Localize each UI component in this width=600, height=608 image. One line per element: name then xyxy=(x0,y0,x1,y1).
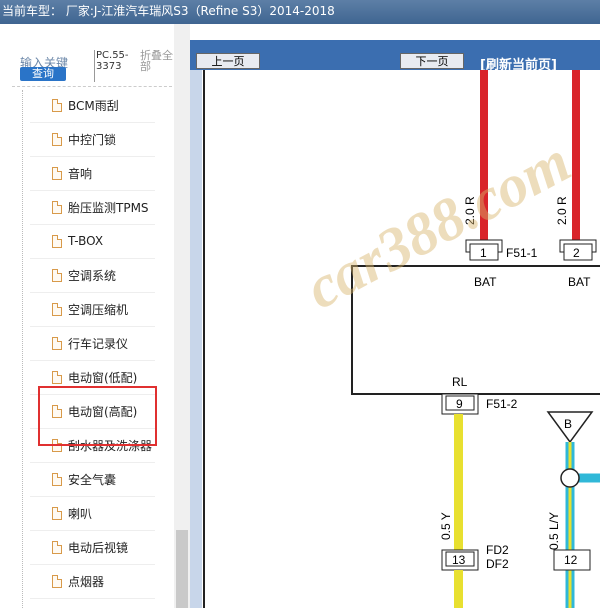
tree-item-label: 行车记录仪 xyxy=(68,336,129,351)
pin9-conn: F51-2 xyxy=(486,397,518,411)
red-wire-2 xyxy=(572,70,580,240)
divider xyxy=(30,258,155,259)
tree-item-label: BCM雨刮 xyxy=(68,98,119,113)
tree-item-label: 胎压监测TPMS xyxy=(68,200,149,215)
scrollbar-thumb[interactable] xyxy=(176,530,188,608)
tree-item-label: 音响 xyxy=(68,166,93,181)
divider xyxy=(30,292,155,293)
divider xyxy=(94,50,95,82)
wire4-label: 0.5 L/Y xyxy=(547,512,561,550)
node-b-label: B xyxy=(564,417,572,431)
wire3-label: 0.5 Y xyxy=(439,512,453,540)
divider xyxy=(30,530,155,531)
document-icon xyxy=(52,234,62,248)
document-icon xyxy=(52,336,62,350)
document-icon xyxy=(52,472,62,486)
tree-guide-line xyxy=(22,90,23,608)
tree-item[interactable]: 喇叭 xyxy=(30,499,160,527)
sidebar-scrollbar[interactable] xyxy=(174,24,190,608)
pin13-label: 13 xyxy=(452,553,466,567)
tree-item[interactable]: 中控门锁 xyxy=(30,125,160,153)
divider xyxy=(30,122,155,123)
pin1-label: 1 xyxy=(480,246,487,260)
rl-label: RL xyxy=(452,375,468,389)
tree-item[interactable]: BCM雨刮 xyxy=(30,91,160,119)
tree-item-label: 电动窗(低配) xyxy=(68,370,138,385)
wire2-label: 2.0 R xyxy=(555,196,569,225)
document-icon xyxy=(52,540,62,554)
tree-item[interactable]: 电动后视镜 xyxy=(30,533,160,561)
divider xyxy=(30,462,155,463)
df2-label: DF2 xyxy=(486,557,509,571)
pin9-label: 9 xyxy=(456,397,463,411)
tree-item-label: 安全气囊 xyxy=(68,472,117,487)
pin12-label: 12 xyxy=(564,553,578,567)
divider xyxy=(30,360,155,361)
tree-item-label: 点烟器 xyxy=(68,574,105,589)
current-model-label: 当前车型： 厂家:J-江淮汽车瑞风S3（Refine S3）2014-2018 xyxy=(2,4,335,18)
tree-item-label: T-BOX xyxy=(68,234,104,248)
divider xyxy=(12,86,172,87)
divider xyxy=(30,598,155,599)
tree-item[interactable]: 行车记录仪 xyxy=(30,329,160,357)
tree-item-label: 中控门锁 xyxy=(68,132,117,147)
wiring-diagram: 2.0 R 2.0 R 1 F51-1 2 BAT BAT RL 9 F51-2… xyxy=(203,70,600,608)
pin2-name: BAT xyxy=(568,275,591,289)
splice-node xyxy=(560,468,580,488)
highlight-box xyxy=(38,386,157,446)
document-icon xyxy=(52,268,62,282)
divider xyxy=(30,564,155,565)
fd2-label: FD2 xyxy=(486,543,509,557)
search-button[interactable]: 查询 xyxy=(20,67,66,81)
divider xyxy=(30,156,155,157)
tree-item[interactable]: T-BOX xyxy=(30,227,160,255)
tree-item[interactable]: 空调压缩机 xyxy=(30,295,160,323)
document-icon xyxy=(52,506,62,520)
tree-item[interactable]: 安全气囊 xyxy=(30,465,160,493)
next-page-button[interactable]: 下一页 xyxy=(400,53,464,69)
tree-item[interactable]: 空调系统 xyxy=(30,261,160,289)
tree-item[interactable]: 点烟器 xyxy=(30,567,160,595)
document-icon xyxy=(52,574,62,588)
divider xyxy=(30,224,155,225)
yellow-wire xyxy=(454,414,463,554)
document-icon xyxy=(52,132,62,146)
diagram-panel: 上一页 下一页 [刷新当前页] 2.0 R 2.0 R 1 F51-1 2 BA… xyxy=(190,24,600,608)
divider xyxy=(30,190,155,191)
document-icon xyxy=(52,370,62,384)
document-icon xyxy=(52,302,62,316)
yellow-wire-lower xyxy=(454,570,463,608)
prev-page-button[interactable]: 上一页 xyxy=(196,53,260,69)
pin2-label: 2 xyxy=(573,246,580,260)
sidebar: 输入关键 查询 PC.55-3373 折叠全部 BCM雨刮 中控门锁 音响 胎压监测T… xyxy=(0,24,190,608)
tree-item[interactable]: 音响 xyxy=(30,159,160,187)
tree-item-label: 空调系统 xyxy=(68,268,117,283)
divider xyxy=(30,496,155,497)
tree-item-label: 空调压缩机 xyxy=(68,302,129,317)
divider xyxy=(30,326,155,327)
collapse-all-link[interactable]: 折叠全部 xyxy=(140,50,176,72)
window-title-bar: 当前车型： 厂家:J-江淮汽车瑞风S3（Refine S3）2014-2018 xyxy=(0,0,600,24)
tree-item[interactable]: 胎压监测TPMS xyxy=(30,193,160,221)
pc-code-label: PC.55-3373 xyxy=(96,50,129,72)
tree-item-label: 喇叭 xyxy=(68,506,93,521)
document-icon xyxy=(52,200,62,214)
tree-item-label: 电动后视镜 xyxy=(68,540,129,555)
document-icon xyxy=(52,166,62,180)
pin1-name: BAT xyxy=(474,275,497,289)
pin1-conn: F51-1 xyxy=(506,246,538,260)
document-icon xyxy=(52,98,62,112)
